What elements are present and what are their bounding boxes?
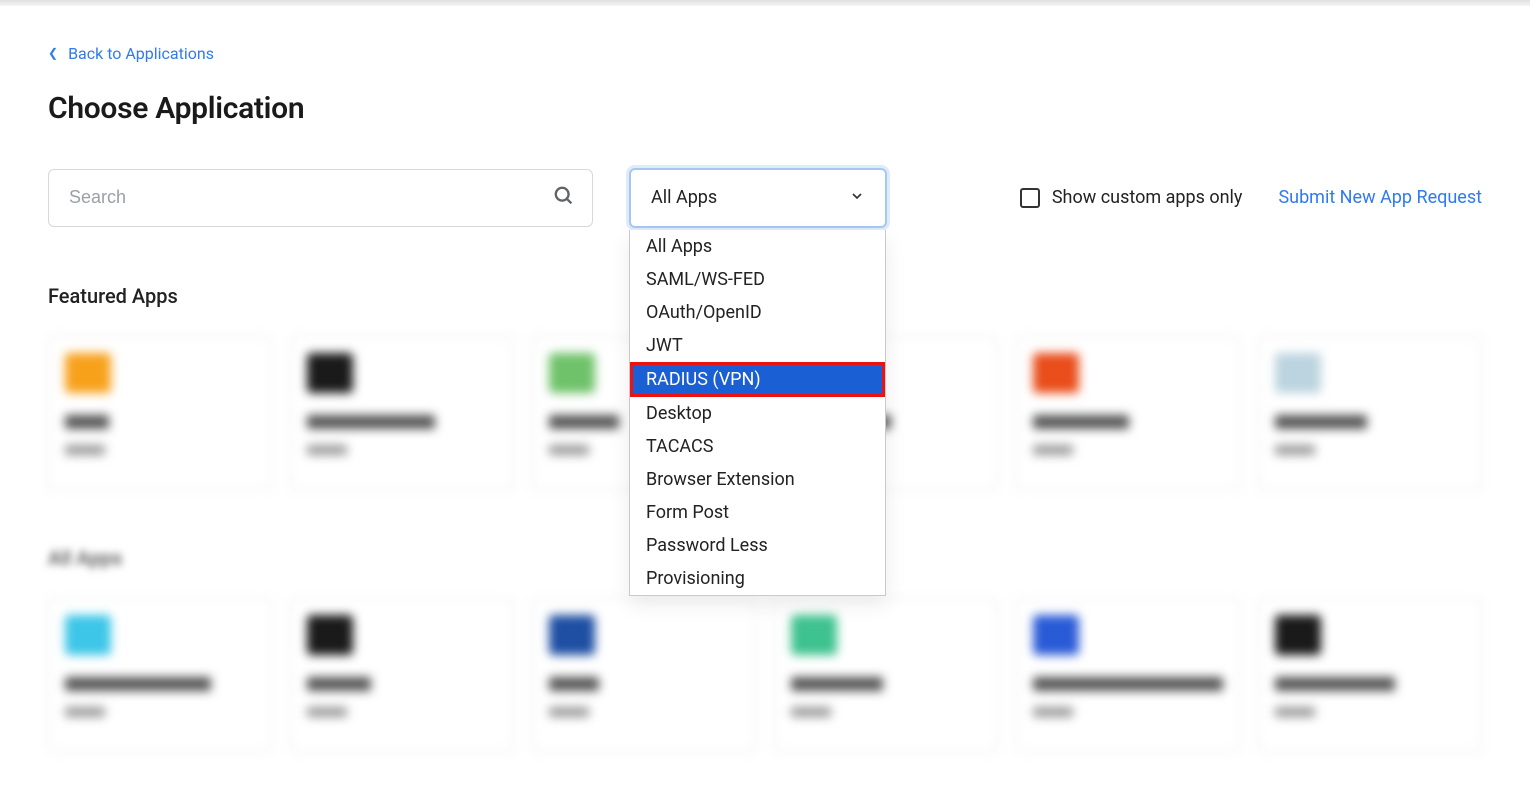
all-apps-row bbox=[48, 598, 1482, 752]
filter-option[interactable]: Browser Extension bbox=[630, 463, 885, 496]
app-icon bbox=[307, 353, 353, 393]
app-card[interactable] bbox=[1016, 598, 1240, 752]
filter-option[interactable]: RADIUS (VPN) bbox=[630, 362, 885, 397]
app-card[interactable] bbox=[1016, 336, 1240, 490]
app-card[interactable] bbox=[1258, 336, 1482, 490]
filter-option[interactable]: Desktop bbox=[630, 397, 885, 430]
app-icon bbox=[65, 615, 111, 655]
filter-select-value: All Apps bbox=[651, 187, 717, 208]
app-card[interactable] bbox=[48, 598, 272, 752]
app-name bbox=[65, 415, 109, 429]
app-category bbox=[791, 707, 831, 717]
controls-row: All Apps All AppsSAML/WS-FEDOAuth/OpenID… bbox=[48, 168, 1482, 228]
app-icon bbox=[65, 353, 111, 393]
chevron-down-icon bbox=[849, 188, 865, 208]
app-category bbox=[1033, 707, 1073, 717]
app-icon bbox=[549, 615, 595, 655]
app-icon bbox=[1275, 353, 1321, 393]
app-card[interactable] bbox=[774, 598, 998, 752]
app-name bbox=[791, 677, 883, 691]
app-card[interactable] bbox=[290, 336, 514, 490]
filter-dropdown: All AppsSAML/WS-FEDOAuth/OpenIDJWTRADIUS… bbox=[629, 230, 886, 596]
filter-option[interactable]: SAML/WS-FED bbox=[630, 263, 885, 296]
app-category bbox=[1275, 707, 1315, 717]
app-category bbox=[549, 445, 589, 455]
show-custom-checkbox-row[interactable]: Show custom apps only bbox=[1020, 187, 1243, 208]
app-category bbox=[65, 707, 105, 717]
app-name bbox=[307, 677, 371, 691]
app-name bbox=[1275, 677, 1395, 691]
app-category bbox=[307, 445, 347, 455]
app-icon bbox=[791, 615, 837, 655]
chevron-left-icon: ❮ bbox=[48, 46, 58, 60]
app-category bbox=[307, 707, 347, 717]
app-card[interactable] bbox=[290, 598, 514, 752]
filter-select-wrap: All Apps All AppsSAML/WS-FEDOAuth/OpenID… bbox=[629, 168, 887, 228]
app-card[interactable] bbox=[1258, 598, 1482, 752]
filter-select[interactable]: All Apps bbox=[629, 168, 887, 228]
back-to-applications-link[interactable]: ❮ Back to Applications bbox=[48, 44, 214, 63]
app-card[interactable] bbox=[48, 336, 272, 490]
app-icon bbox=[549, 353, 595, 393]
app-name bbox=[307, 415, 435, 429]
search-input[interactable] bbox=[48, 169, 593, 227]
filter-option[interactable]: TACACS bbox=[630, 430, 885, 463]
app-category bbox=[1275, 445, 1315, 455]
app-card[interactable] bbox=[532, 598, 756, 752]
main-container: ❮ Back to Applications Choose Applicatio… bbox=[0, 6, 1530, 788]
show-custom-label: Show custom apps only bbox=[1052, 187, 1243, 208]
filter-option[interactable]: OAuth/OpenID bbox=[630, 296, 885, 329]
app-name bbox=[65, 677, 211, 691]
filter-option[interactable]: Password Less bbox=[630, 529, 885, 562]
page-title: Choose Application bbox=[48, 91, 1482, 126]
app-category bbox=[65, 445, 105, 455]
submit-new-app-link[interactable]: Submit New App Request bbox=[1278, 187, 1482, 208]
checkbox-icon[interactable] bbox=[1020, 188, 1040, 208]
app-icon bbox=[307, 615, 353, 655]
app-name bbox=[549, 677, 599, 691]
back-link-label: Back to Applications bbox=[68, 44, 214, 63]
app-name bbox=[1033, 677, 1223, 691]
filter-option[interactable]: Provisioning bbox=[630, 562, 885, 595]
filter-option[interactable]: Form Post bbox=[630, 496, 885, 529]
app-name bbox=[1275, 415, 1367, 429]
search-icon bbox=[553, 185, 575, 211]
app-category bbox=[1033, 445, 1073, 455]
app-name bbox=[549, 415, 619, 429]
app-category bbox=[549, 707, 589, 717]
app-name bbox=[1033, 415, 1129, 429]
app-icon bbox=[1033, 615, 1079, 655]
search-wrap bbox=[48, 169, 593, 227]
app-icon bbox=[1033, 353, 1079, 393]
app-icon bbox=[1275, 615, 1321, 655]
filter-option[interactable]: JWT bbox=[630, 329, 885, 362]
filter-option[interactable]: All Apps bbox=[630, 230, 885, 263]
